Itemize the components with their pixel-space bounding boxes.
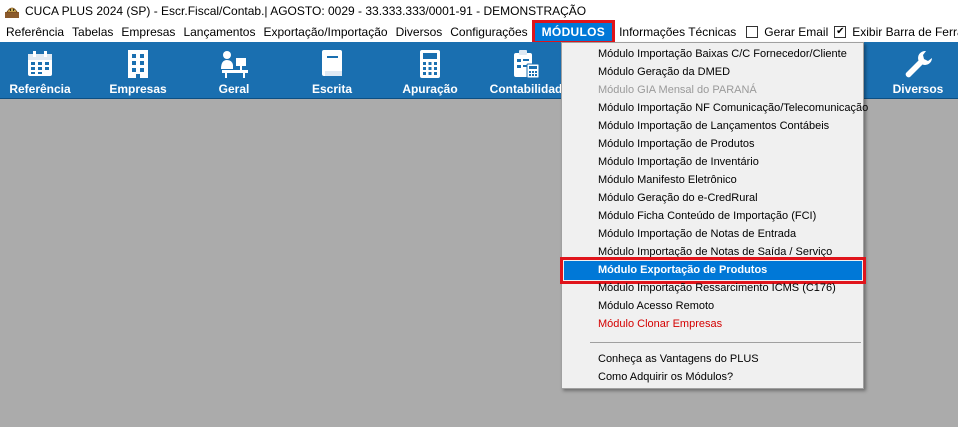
book-icon	[316, 48, 348, 80]
menu-item-importacao-lancamentos[interactable]: Módulo Importação de Lançamentos Contábe…	[598, 117, 829, 135]
toolbar-geral-label: Geral	[218, 82, 250, 96]
menu-item-exportacao-produtos[interactable]: Módulo Exportação de Produtos	[560, 257, 866, 284]
toolbar-diversos-label: Diversos	[892, 82, 944, 96]
gerar-email-label: Gerar Email	[764, 25, 829, 39]
toolbar-empresas-button[interactable]: Empresas	[108, 42, 168, 99]
menu-exportacao-importacao[interactable]: Exportação/Importação	[259, 22, 391, 42]
person-desk-icon	[218, 48, 250, 80]
wrench-icon	[902, 48, 934, 80]
gerar-email-checkbox[interactable]	[746, 26, 759, 38]
window-title: CUCA PLUS 2024 (SP) - Escr.Fiscal/Contab…	[25, 4, 587, 18]
menu-item-notas-saida[interactable]: Módulo Importação de Notas de Saída / Se…	[598, 243, 832, 261]
menu-item-e-credrural[interactable]: Módulo Geração do e-CredRural	[598, 189, 758, 207]
menu-item-notas-entrada[interactable]: Módulo Importação de Notas de Entrada	[598, 225, 796, 243]
menu-bar: Referência Tabelas Empresas Lançamentos …	[0, 20, 958, 44]
toolbar-empresas-label: Empresas	[109, 82, 167, 96]
menu-separator	[590, 342, 861, 343]
calculator-icon	[414, 48, 446, 80]
menu-diversos[interactable]: Diversos	[392, 22, 447, 42]
menu-item-vantagens-plus[interactable]: Conheça as Vantagens do PLUS	[598, 350, 759, 368]
menu-item-gia-parana: Módulo GIA Mensal do PARANÁ	[598, 84, 757, 96]
exibir-barra-checkbox[interactable]: ✔	[834, 26, 847, 38]
menu-tabelas[interactable]: Tabelas	[68, 22, 117, 42]
menu-item-importacao-nf-comunicacao[interactable]: Módulo Importação NF Comunicação/Telecom…	[598, 99, 868, 117]
menu-lancamentos[interactable]: Lançamentos	[179, 22, 259, 42]
menu-item-importacao-baixas[interactable]: Módulo Importação Baixas C/C Fornecedor/…	[598, 45, 847, 63]
menu-item-acesso-remoto[interactable]: Módulo Acesso Remoto	[598, 297, 714, 315]
building-icon	[122, 48, 154, 80]
menu-configuracoes[interactable]: Configurações	[446, 22, 531, 42]
menu-item-ficha-fci[interactable]: Módulo Ficha Conteúdo de Importação (FCI…	[598, 207, 816, 225]
exibir-barra-label: Exibir Barra de Ferra	[852, 25, 958, 39]
toolbar-escrita-label: Escrita	[311, 82, 353, 96]
toolbar-geral-button[interactable]: Geral	[202, 42, 266, 99]
toolbar-apuracao-button[interactable]: Apuração	[398, 42, 462, 99]
accounting-icon	[510, 48, 542, 80]
exibir-barra-toggle[interactable]: ✔ Exibir Barra de Ferra	[834, 22, 958, 42]
menu-item-exportacao-produtos-label: Módulo Exportação de Produtos	[598, 264, 768, 276]
gerar-email-toggle[interactable]: Gerar Email	[746, 22, 828, 42]
toolbar-referencia-button[interactable]: Referência	[8, 42, 72, 99]
menu-item-clonar-empresas[interactable]: Módulo Clonar Empresas	[598, 315, 722, 333]
menu-item-importacao-inventario[interactable]: Módulo Importação de Inventário	[598, 153, 759, 171]
menu-modulos[interactable]: MÓDULOS	[531, 20, 616, 44]
toolbar-referencia-label: Referência	[9, 82, 71, 96]
toolbar-escrita-button[interactable]: Escrita	[300, 42, 364, 99]
toolbar-contabilidade-button[interactable]: Contabilidad	[490, 42, 562, 99]
menu-item-ressarcimento-icms[interactable]: Módulo Importação Ressarcimento ICMS (C1…	[598, 279, 836, 297]
modulos-dropdown-menu: Módulo Importação Baixas C/C Fornecedor/…	[560, 42, 868, 389]
calendar-icon	[24, 48, 56, 80]
toolbar-diversos-button[interactable]: Diversos	[886, 42, 950, 99]
toolbar-apuracao-label: Apuração	[402, 82, 458, 96]
cuca-app-icon	[5, 7, 19, 18]
menu-referencia[interactable]: Referência	[0, 22, 68, 42]
menu-item-geracao-dmed[interactable]: Módulo Geração da DMED	[598, 63, 730, 81]
menu-empresas[interactable]: Empresas	[117, 22, 179, 42]
menu-item-importacao-produtos[interactable]: Módulo Importação de Produtos	[598, 135, 755, 153]
menu-informacoes-tecnicas[interactable]: Informações Técnicas	[615, 22, 740, 42]
menu-item-manifesto-eletronico[interactable]: Módulo Manifesto Eletrônico	[598, 171, 737, 189]
title-bar: CUCA PLUS 2024 (SP) - Escr.Fiscal/Contab…	[0, 0, 958, 22]
menu-item-como-adquirir[interactable]: Como Adquirir os Módulos?	[598, 368, 733, 386]
toolbar-contabilidade-label: Contabilidad	[489, 82, 563, 96]
